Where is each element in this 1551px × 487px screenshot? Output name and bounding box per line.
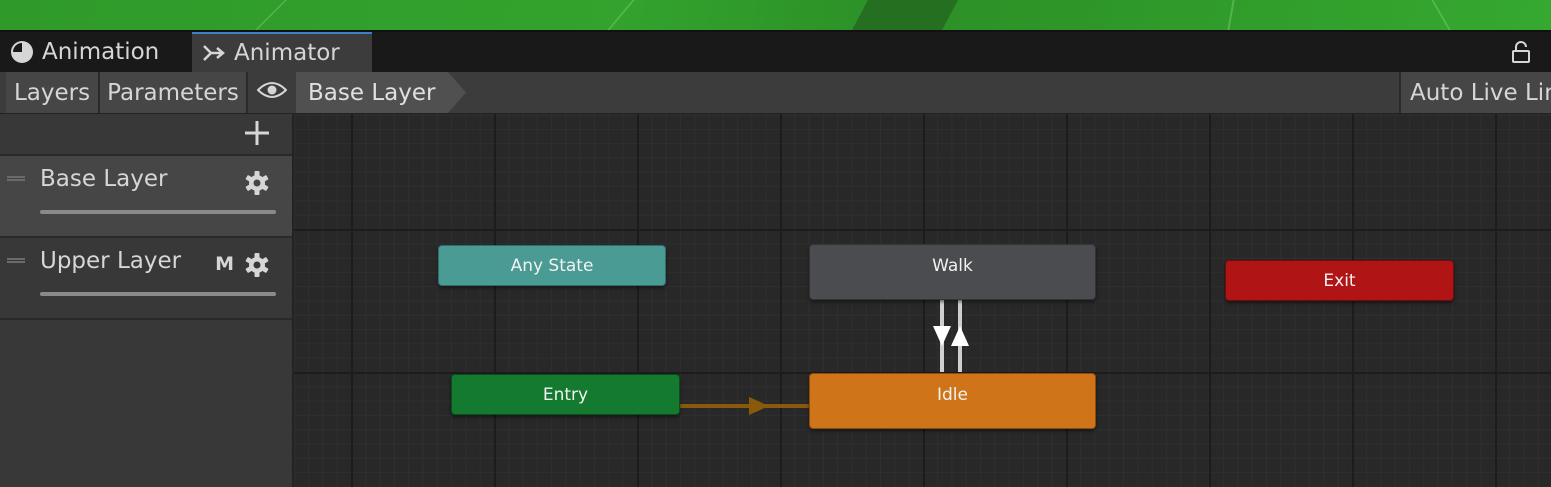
layers-tab-button[interactable]: Layers xyxy=(6,72,100,113)
scene-view-strip xyxy=(0,0,1551,30)
state-label: Any State xyxy=(510,255,594,276)
state-exit[interactable]: Exit xyxy=(1225,260,1454,301)
breadcrumb[interactable]: Base Layer xyxy=(296,72,466,113)
transition-arrow-icon xyxy=(749,397,769,415)
state-label: Walk xyxy=(932,256,973,276)
state-entry[interactable]: Entry xyxy=(451,374,680,415)
parameters-tab-button[interactable]: Parameters xyxy=(100,72,248,113)
layer-name: Base Layer xyxy=(40,166,168,192)
parameters-tab-label: Parameters xyxy=(107,79,239,106)
tab-animator[interactable]: Animator xyxy=(192,32,372,72)
animator-toolbar: Layers Parameters Base Layer Auto Live L… xyxy=(0,72,1551,114)
state-machine-graph[interactable]: Any State Walk Exit Entry Idle xyxy=(294,114,1551,487)
state-any-state[interactable]: Any State xyxy=(438,245,666,286)
layers-tab-label: Layers xyxy=(13,79,91,106)
state-label: Exit xyxy=(1323,270,1356,291)
tab-label: Animation xyxy=(42,39,160,65)
add-layer-button[interactable] xyxy=(244,120,270,150)
drag-handle-icon[interactable] xyxy=(7,258,25,263)
lock-icon[interactable] xyxy=(1511,41,1531,67)
eye-toggle-button[interactable] xyxy=(248,72,296,113)
layer-weight-bar xyxy=(40,210,276,214)
state-idle[interactable]: Idle xyxy=(809,373,1096,429)
plus-icon xyxy=(245,121,269,145)
state-label: Idle xyxy=(937,385,968,405)
layer-weight-bar xyxy=(40,292,276,296)
auto-live-link-label: Auto Live Lin xyxy=(1410,79,1551,106)
state-walk[interactable]: Walk xyxy=(809,244,1096,300)
drag-handle-icon[interactable] xyxy=(7,176,25,181)
tab-label: Animator xyxy=(234,40,340,66)
gear-icon[interactable] xyxy=(244,252,270,282)
layer-item-upper[interactable]: Upper Layer M xyxy=(0,238,292,320)
clock-icon xyxy=(10,40,34,64)
layer-item-base[interactable]: Base Layer xyxy=(0,156,292,238)
breadcrumb-label: Base Layer xyxy=(308,79,436,106)
state-label: Entry xyxy=(542,384,589,405)
window-tab-bar: Animation Animator xyxy=(0,30,1551,72)
auto-live-link-button[interactable]: Auto Live Lin xyxy=(1399,72,1551,113)
animator-icon xyxy=(202,41,226,65)
layer-flag: M xyxy=(215,253,234,275)
gear-icon[interactable] xyxy=(244,170,270,200)
layer-name: Upper Layer xyxy=(40,248,182,274)
layers-panel: Base Layer Upper Layer M xyxy=(0,114,294,487)
layers-panel-header xyxy=(0,114,292,156)
eye-icon xyxy=(256,80,288,106)
tab-animation[interactable]: Animation xyxy=(0,32,190,72)
arrow-up-icon xyxy=(951,326,969,346)
arrow-down-icon xyxy=(933,326,951,346)
